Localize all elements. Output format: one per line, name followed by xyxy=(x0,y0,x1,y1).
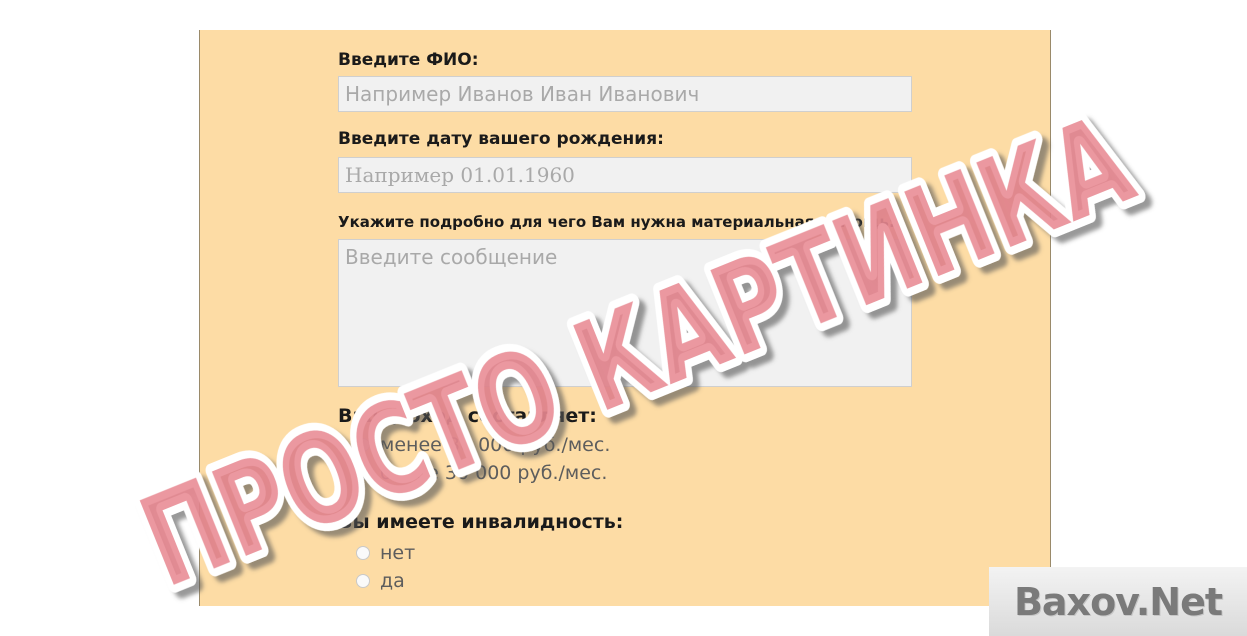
disability-option-yes[interactable]: да xyxy=(356,568,405,594)
site-badge: Baxov.Net xyxy=(989,567,1247,636)
fio-label: Введите ФИО: xyxy=(338,50,479,70)
purpose-label: Укажите подробно для чего Вам нужна мате… xyxy=(338,213,895,231)
fio-input[interactable]: Например Иванов Иван Иванович xyxy=(338,76,912,112)
income-option-less[interactable]: менее 30 000 руб./мес. xyxy=(356,432,610,458)
income-option-more[interactable]: более 30 000 руб./мес. xyxy=(356,460,607,486)
disability-option-no-label: нет xyxy=(380,542,416,564)
disability-option-yes-label: да xyxy=(380,570,405,592)
radio-button[interactable] xyxy=(356,574,370,588)
birthdate-input[interactable]: Например 01.01.1960 xyxy=(338,157,912,193)
radio-button[interactable] xyxy=(356,466,370,480)
income-option-more-label: более 30 000 руб./мес. xyxy=(380,462,608,484)
application-form: Введите ФИО: Например Иванов Иван Иванов… xyxy=(199,30,1051,606)
site-badge-text: Baxov.Net xyxy=(1013,579,1223,624)
page: Введите ФИО: Например Иванов Иван Иванов… xyxy=(0,0,1247,636)
income-label: Ваш доход составляет: xyxy=(338,405,597,427)
disability-option-no[interactable]: нет xyxy=(356,540,415,566)
radio-button[interactable] xyxy=(356,438,370,452)
radio-button[interactable] xyxy=(356,546,370,560)
income-option-less-label: менее 30 000 руб./мес. xyxy=(380,434,611,456)
birthdate-label: Введите дату вашего рождения: xyxy=(338,129,664,149)
disability-label: Вы имеете инвалидность: xyxy=(338,511,624,533)
purpose-textarea[interactable]: Введите сообщение xyxy=(338,239,912,387)
